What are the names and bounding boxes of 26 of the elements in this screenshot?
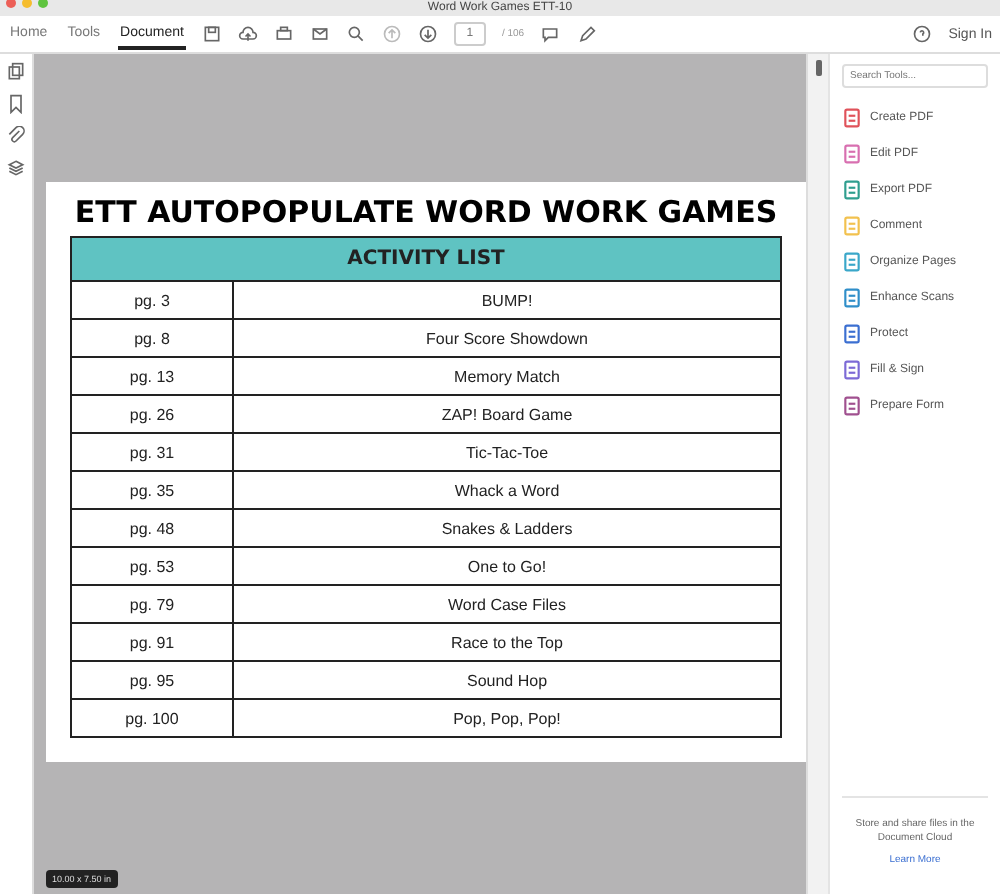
document-title: ETT AUTOPOPULATE WORD WORK GAMES	[74, 194, 778, 230]
table-cell: Word Case Files	[233, 585, 781, 623]
table-cell: Snakes & Ladders	[233, 509, 781, 547]
table-cell: Four Score Showdown	[233, 319, 781, 357]
table-cell: Sound Hop	[233, 661, 781, 699]
table-cell: Memory Match	[233, 357, 781, 395]
table-cell: pg. 3	[71, 281, 233, 319]
table-cell: pg. 91	[71, 623, 233, 661]
table-cell: pg. 8	[71, 319, 233, 357]
table-cell: BUMP!	[233, 281, 781, 319]
table-cell: pg. 79	[71, 585, 233, 623]
table-cell: pg. 26	[71, 395, 233, 433]
table-cell: Race to the Top	[233, 623, 781, 661]
table-cell: pg. 31	[71, 433, 233, 471]
table-cell: ZAP! Board Game	[233, 395, 781, 433]
table-cell: Tic-Tac-Toe	[233, 433, 781, 471]
table-cell: pg. 13	[71, 357, 233, 395]
table-cell: pg. 35	[71, 471, 233, 509]
table-cell: Whack a Word	[233, 471, 781, 509]
table-cell: One to Go!	[233, 547, 781, 585]
table-cell: pg. 100	[71, 699, 233, 737]
table-cell: pg. 95	[71, 661, 233, 699]
table-cell: pg. 53	[71, 547, 233, 585]
table-cell: Pop, Pop, Pop!	[233, 699, 781, 737]
table-cell: pg. 48	[71, 509, 233, 547]
table-header: ACTIVITY LIST	[71, 237, 781, 281]
